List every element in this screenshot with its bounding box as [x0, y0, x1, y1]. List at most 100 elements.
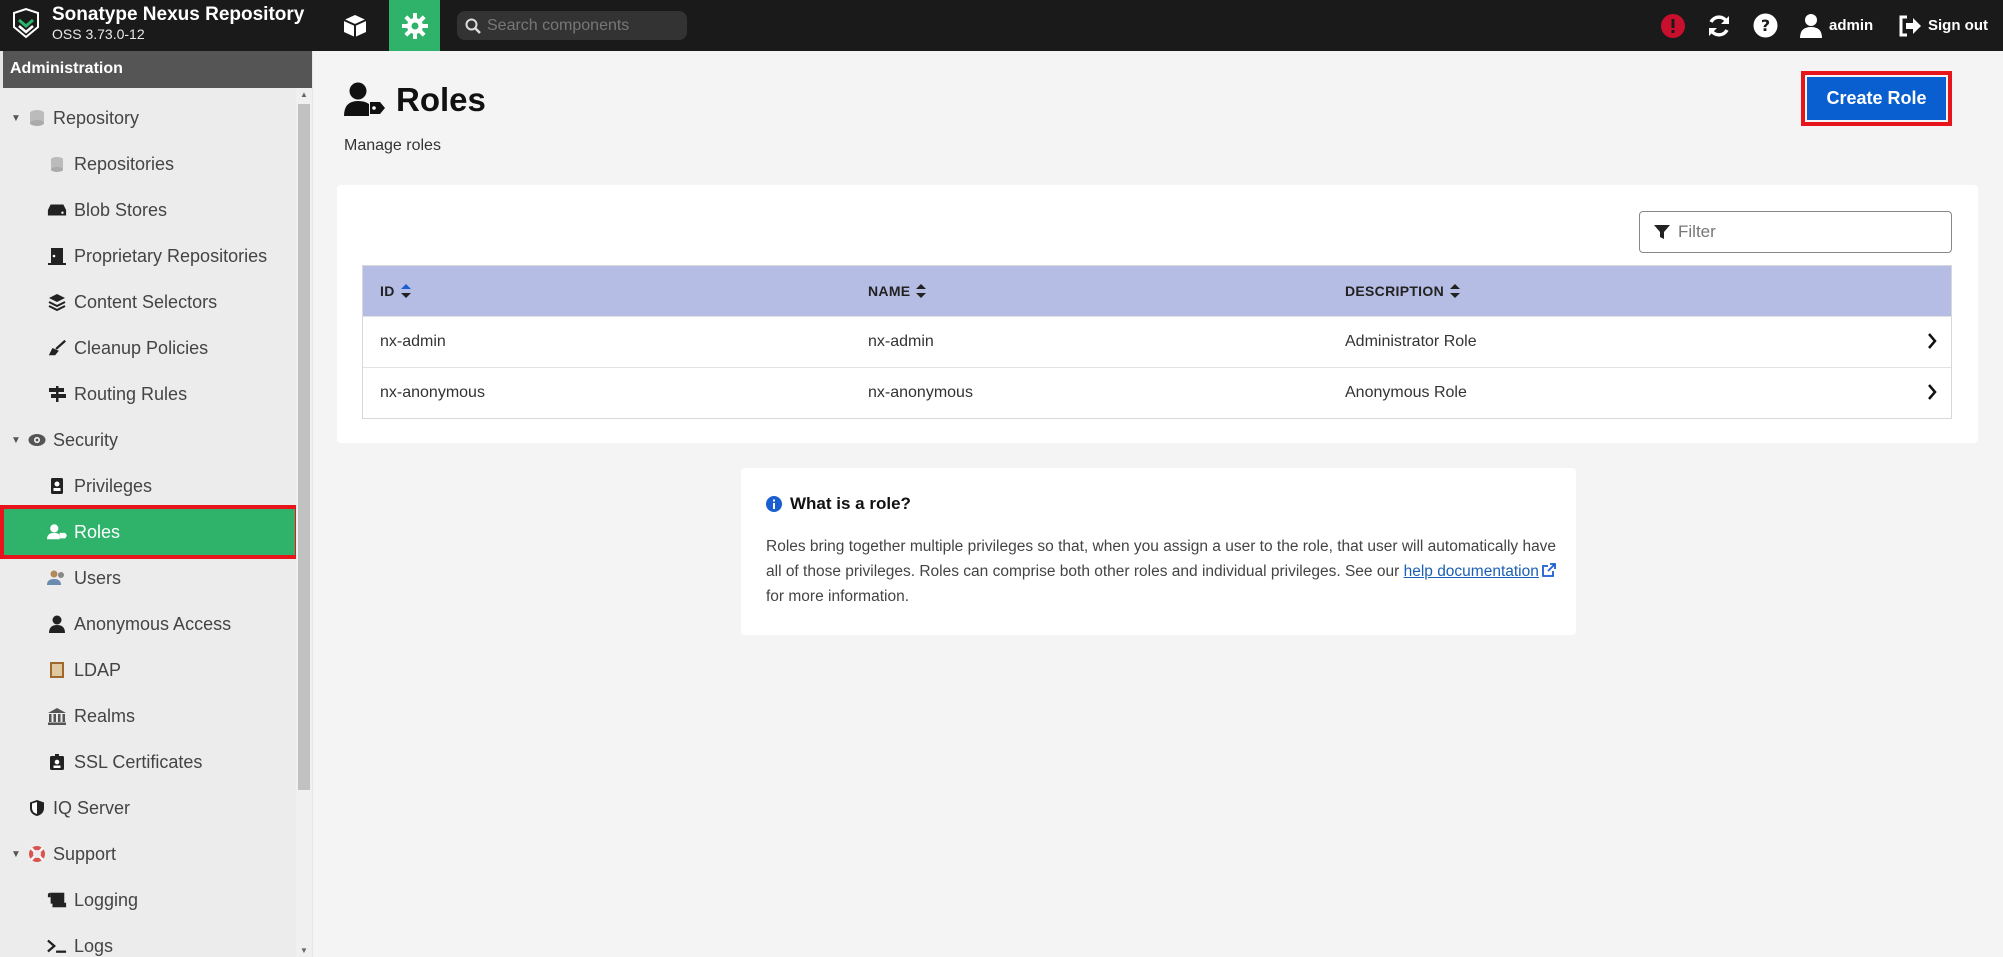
- sidebar-item-cleanup-policies[interactable]: Cleanup Policies: [0, 325, 296, 371]
- filter-box[interactable]: [1639, 211, 1952, 253]
- sign-out-icon: [1899, 15, 1921, 36]
- user-icon: [47, 614, 67, 634]
- column-header-name[interactable]: NAME: [868, 283, 927, 299]
- sidebar-item-logs[interactable]: Logs: [0, 923, 296, 957]
- sidebar-item-label: LDAP: [74, 659, 122, 680]
- admin-gear-icon: [401, 12, 428, 39]
- alert-button[interactable]: [1660, 12, 1686, 39]
- user-menu[interactable]: admin: [1799, 12, 1873, 39]
- column-label: ID: [380, 283, 395, 299]
- sidebar-item-anonymous-access[interactable]: Anonymous Access: [0, 601, 296, 647]
- sidebar-header: Administration: [3, 51, 312, 88]
- database-icon: [27, 108, 47, 128]
- chevron-right-icon[interactable]: [1927, 384, 1937, 400]
- sidebar-item-label: SSL Certificates: [74, 751, 203, 772]
- help-icon: ?: [1753, 13, 1778, 38]
- sidebar-item-label: Logs: [74, 935, 114, 956]
- sidebar-item-privileges[interactable]: Privileges: [0, 463, 296, 509]
- column-header-id[interactable]: ID: [380, 283, 411, 299]
- sidebar-item-label: Realms: [74, 705, 136, 726]
- top-bar: Sonatype Nexus Repository OSS 3.73.0-12: [0, 0, 2003, 51]
- sidebar-item-users[interactable]: Users: [0, 555, 296, 601]
- cell-id: nx-anonymous: [380, 384, 485, 401]
- sidebar-item-label: Support: [53, 843, 117, 864]
- sidebar-item-label: Routing Rules: [74, 383, 188, 404]
- app-version: OSS 3.73.0-12: [52, 26, 145, 42]
- sidebar-item-label: IQ Server: [53, 797, 131, 818]
- door-icon: [47, 246, 67, 266]
- column-header-description[interactable]: DESCRIPTION: [1345, 283, 1460, 299]
- sidebar-nav: ▼ Repository Repositories Blob Stores Pr…: [0, 88, 296, 957]
- sidebar-item-realms[interactable]: Realms: [0, 693, 296, 739]
- scroll-icon: [47, 890, 67, 910]
- lifebuoy-icon: [27, 844, 47, 864]
- help-button[interactable]: ?: [1753, 12, 1778, 39]
- broom-icon: [47, 338, 67, 358]
- info-icon: [766, 496, 782, 512]
- eye-icon: [27, 430, 47, 450]
- scrollbar-thumb[interactable]: [298, 104, 310, 790]
- sidebar-item-label: Repositories: [74, 153, 175, 174]
- browse-button[interactable]: [329, 0, 380, 51]
- create-role-button[interactable]: Create Role: [1801, 71, 1952, 126]
- sidebar-item-proprietary-repositories[interactable]: Proprietary Repositories: [0, 233, 296, 279]
- sidebar-item-roles[interactable]: Roles: [0, 505, 296, 559]
- sidebar-item-label: Content Selectors: [74, 291, 218, 312]
- caret-down-icon[interactable]: ▼: [11, 435, 21, 446]
- refresh-button[interactable]: [1706, 12, 1732, 39]
- layers-icon: [47, 292, 67, 312]
- chevron-right-icon[interactable]: [1927, 333, 1937, 349]
- sidebar-item-support[interactable]: ▼ Support: [0, 831, 296, 877]
- alert-icon: [1661, 13, 1685, 38]
- cell-name: nx-anonymous: [868, 384, 973, 401]
- filter-input[interactable]: [1678, 222, 1938, 242]
- sidebar-item-ldap[interactable]: LDAP: [0, 647, 296, 693]
- user-tag-icon: [344, 82, 385, 116]
- sidebar-item-routing-rules[interactable]: Routing Rules: [0, 371, 296, 417]
- app-title: Sonatype Nexus Repository: [52, 4, 305, 25]
- column-label: NAME: [868, 283, 911, 299]
- admin-button[interactable]: [389, 0, 440, 51]
- info-text: Roles bring together multiple privileges…: [766, 534, 1566, 609]
- book-icon: [47, 660, 67, 680]
- info-title: What is a role?: [766, 494, 911, 514]
- brand[interactable]: Sonatype Nexus Repository OSS 3.73.0-12: [10, 4, 304, 42]
- sidebar-item-ssl-certificates[interactable]: SSL Certificates: [0, 739, 296, 785]
- sidebar-item-security[interactable]: ▼ Security: [0, 417, 296, 463]
- table-row[interactable]: nx-admin nx-admin Administrator Role: [363, 316, 1951, 367]
- roles-table: ID NAME DESCRIPTION nx-admin nx-admin Ad…: [362, 265, 1952, 419]
- sidebar-item-logging[interactable]: Logging: [0, 877, 296, 923]
- search-input[interactable]: [487, 16, 677, 35]
- external-link-icon[interactable]: [1541, 563, 1556, 577]
- scroll-down-icon[interactable]: ▼: [300, 946, 308, 955]
- sign-out-button[interactable]: Sign out: [1898, 12, 1988, 39]
- sort-icon: [916, 284, 927, 298]
- table-row[interactable]: nx-anonymous nx-anonymous Anonymous Role: [363, 367, 1951, 418]
- caret-down-icon[interactable]: ▼: [11, 113, 21, 124]
- badge-icon: [47, 476, 67, 496]
- roles-card: ID NAME DESCRIPTION nx-admin nx-admin Ad…: [337, 185, 1978, 443]
- search-icon: [465, 18, 481, 34]
- page-title: Roles: [344, 81, 486, 119]
- signpost-icon: [47, 384, 67, 404]
- user-name: admin: [1829, 17, 1874, 34]
- sidebar-item-repositories[interactable]: Repositories: [0, 141, 296, 187]
- sidebar-item-label: Blob Stores: [74, 199, 168, 220]
- sidebar-item-blob-stores[interactable]: Blob Stores: [0, 187, 296, 233]
- cell-description: Administrator Role: [1345, 333, 1477, 350]
- help-documentation-link[interactable]: help documentation: [1404, 563, 1539, 580]
- sidebar-item-content-selectors[interactable]: Content Selectors: [0, 279, 296, 325]
- cell-name: nx-admin: [868, 333, 934, 350]
- info-panel: What is a role? Roles bring together mul…: [741, 468, 1576, 635]
- search-box[interactable]: [457, 11, 687, 40]
- sidebar-item-repository[interactable]: ▼ Repository: [0, 95, 296, 141]
- page-heading: Roles: [396, 81, 486, 118]
- sidebar-item-label: Logging: [74, 889, 139, 910]
- shield-icon: [27, 798, 47, 818]
- sidebar-scrollbar[interactable]: ▲ ▼: [296, 88, 312, 957]
- sidebar-item-iq-server[interactable]: IQ Server: [0, 785, 296, 831]
- hdd-icon: [47, 200, 67, 220]
- scroll-up-icon[interactable]: ▲: [300, 90, 308, 99]
- caret-down-icon[interactable]: ▼: [11, 849, 21, 860]
- info-title-text: What is a role?: [790, 494, 911, 513]
